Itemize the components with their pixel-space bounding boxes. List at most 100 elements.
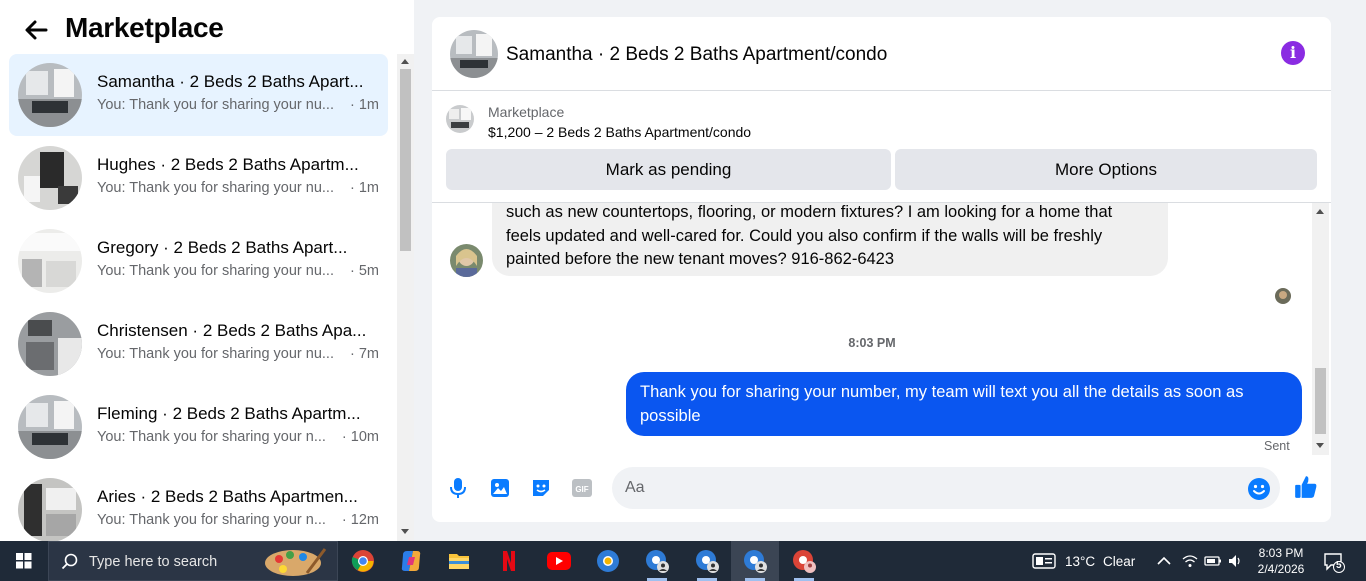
message-timestamp: 8:03 PM — [848, 336, 896, 350]
listing-thumbnail — [18, 312, 82, 376]
message-scrollbar[interactable] — [1312, 203, 1329, 455]
taskbar-file-explorer-app[interactable] — [435, 541, 483, 581]
preview-time: · 1m — [350, 180, 379, 196]
chrome-icon — [351, 550, 374, 572]
message-input[interactable] — [612, 467, 1280, 509]
conversation-preview: You: Thank you for sharing your n... · 1… — [97, 512, 379, 528]
conversation-preview: You: Thank you for sharing your nu... · … — [97, 346, 379, 362]
taskbar-chrome-profile-app[interactable] — [584, 541, 632, 581]
svg-text:GIF: GIF — [575, 485, 588, 494]
chat-title[interactable]: Samantha · 2 Beds 2 Baths Apartment/cond… — [506, 44, 887, 66]
conversation-item[interactable]: Gregory · 2 Beds 2 Baths Apart... You: T… — [9, 220, 388, 302]
preview-text: You: Thank you for sharing your nu... — [97, 97, 334, 113]
taskbar-copilot-app[interactable] — [387, 541, 435, 581]
clock-date: 2/4/2026 — [1257, 562, 1305, 576]
message-line: feels updated and well-cared for. Could … — [506, 226, 1103, 245]
scroll-down-arrow-icon[interactable] — [1316, 443, 1324, 448]
preview-time: · 10m — [341, 429, 379, 445]
clock-time: 8:03 PM — [1258, 546, 1304, 560]
youtube-icon — [547, 552, 571, 570]
preview-time: · 5m — [350, 263, 379, 279]
listing-source: Marketplace — [488, 104, 565, 120]
preview-text: You: Thank you for sharing your nu... — [97, 346, 334, 362]
back-arrow-icon[interactable] — [22, 16, 50, 44]
read-receipt-avatar — [1275, 288, 1291, 304]
volume-icon[interactable] — [1227, 553, 1243, 569]
sticker-icon[interactable] — [529, 476, 553, 500]
preview-text: You: Thank you for sharing your n... — [97, 429, 326, 445]
preview-time: · 12m — [341, 512, 379, 528]
listing-title[interactable]: $1,200 – 2 Beds 2 Baths Apartment/condo — [488, 124, 751, 140]
preview-time: · 1m — [350, 97, 379, 113]
preview-text: You: Thank you for sharing your n... — [97, 512, 326, 528]
weather-description[interactable]: Clear — [1103, 554, 1135, 569]
search-icon — [61, 553, 78, 570]
scroll-up-arrow-icon[interactable] — [1316, 209, 1324, 214]
taskbar-search-box[interactable]: Type here to search — [48, 541, 338, 581]
conversation-sidebar: Marketplace Samantha · 2 Beds 2 Baths Ap… — [0, 0, 414, 541]
more-options-button[interactable]: More Options — [895, 149, 1317, 190]
mark-as-pending-button[interactable]: Mark as pending — [446, 149, 891, 190]
taskbar-netflix-app[interactable] — [485, 541, 533, 581]
conversation-name: Aries · 2 Beds 2 Baths Apartmen... — [97, 487, 358, 506]
sidebar-header: Marketplace — [0, 0, 414, 56]
windows-taskbar: Type here to search 13°C Clear 8:03 PM 2… — [0, 541, 1366, 581]
scroll-down-arrow-icon[interactable] — [401, 529, 409, 534]
netflix-icon — [503, 551, 515, 571]
folder-icon — [449, 554, 469, 569]
chrome-icon — [597, 550, 619, 572]
wifi-icon[interactable] — [1182, 553, 1198, 569]
weather-widget-icon[interactable] — [1032, 553, 1056, 569]
chevron-up-icon[interactable] — [1157, 556, 1171, 566]
gif-icon[interactable]: GIF — [570, 476, 594, 500]
listing-thumbnail[interactable] — [446, 105, 474, 133]
taskbar-chrome-profile-app[interactable] — [633, 541, 681, 581]
info-icon[interactable]: i — [1281, 41, 1305, 65]
taskbar-youtube-app[interactable] — [535, 541, 583, 581]
listing-thumbnail — [18, 229, 82, 293]
conversation-preview: You: Thank you for sharing your nu... · … — [97, 97, 379, 113]
chrome-profile-icon — [793, 550, 816, 573]
taskbar-chrome-profile-app[interactable] — [683, 541, 731, 581]
sender-avatar[interactable] — [450, 244, 483, 277]
message-thread: such as new countertops, flooring, or mo… — [432, 203, 1331, 455]
scrollbar-thumb[interactable] — [400, 69, 411, 251]
system-clock[interactable]: 8:03 PM 2/4/2026 — [1248, 545, 1314, 577]
photo-icon[interactable] — [488, 476, 512, 500]
listing-thumbnail — [18, 63, 82, 127]
preview-text: You: Thank you for sharing your nu... — [97, 180, 334, 196]
conversation-item[interactable]: Christensen · 2 Beds 2 Baths Apa... You:… — [9, 303, 388, 385]
thumbs-up-icon[interactable] — [1293, 474, 1319, 500]
chrome-profile-icon — [696, 550, 719, 573]
conversation-item[interactable]: Samantha · 2 Beds 2 Baths Apart... You: … — [9, 54, 388, 136]
conversation-item[interactable]: Fleming · 2 Beds 2 Baths Apartm... You: … — [9, 386, 388, 468]
emoji-icon[interactable] — [1247, 477, 1271, 501]
conversation-item[interactable]: Aries · 2 Beds 2 Baths Apartmen... You: … — [9, 469, 388, 541]
scrollbar-thumb[interactable] — [1315, 368, 1326, 434]
chat-avatar[interactable] — [450, 30, 498, 78]
conversation-name: Gregory · 2 Beds 2 Baths Apart... — [97, 238, 348, 257]
message-line: such as new countertops, flooring, or mo… — [506, 203, 1113, 221]
sidebar-scrollbar[interactable] — [397, 54, 414, 541]
scroll-up-arrow-icon[interactable] — [401, 59, 409, 64]
chat-header: Samantha · 2 Beds 2 Baths Apartment/cond… — [432, 17, 1331, 91]
notification-count: 5 — [1336, 560, 1342, 571]
message-composer: GIF — [432, 457, 1331, 522]
taskbar-chrome-profile-app-active[interactable] — [731, 541, 779, 581]
conversation-preview: You: Thank you for sharing your nu... · … — [97, 180, 379, 196]
chrome-profile-icon — [744, 550, 767, 573]
weather-temperature[interactable]: 13°C — [1065, 554, 1095, 569]
windows-start-icon[interactable] — [0, 541, 48, 581]
sent-status: Sent — [1264, 439, 1290, 453]
taskbar-chrome-app[interactable] — [339, 541, 387, 581]
battery-icon[interactable] — [1204, 554, 1222, 568]
preview-time: · 7m — [350, 346, 379, 362]
conversation-name: Christensen · 2 Beds 2 Baths Apa... — [97, 321, 367, 340]
outgoing-message[interactable]: Thank you for sharing your number, my te… — [626, 372, 1302, 436]
conversation-item[interactable]: Hughes · 2 Beds 2 Baths Apartm... You: T… — [9, 137, 388, 219]
microphone-icon[interactable] — [446, 476, 470, 500]
conversation-name: Samantha · 2 Beds 2 Baths Apart... — [97, 72, 364, 91]
incoming-message[interactable]: such as new countertops, flooring, or mo… — [492, 203, 1168, 276]
listing-thumbnail — [18, 395, 82, 459]
taskbar-chrome-profile-app[interactable] — [780, 541, 828, 581]
